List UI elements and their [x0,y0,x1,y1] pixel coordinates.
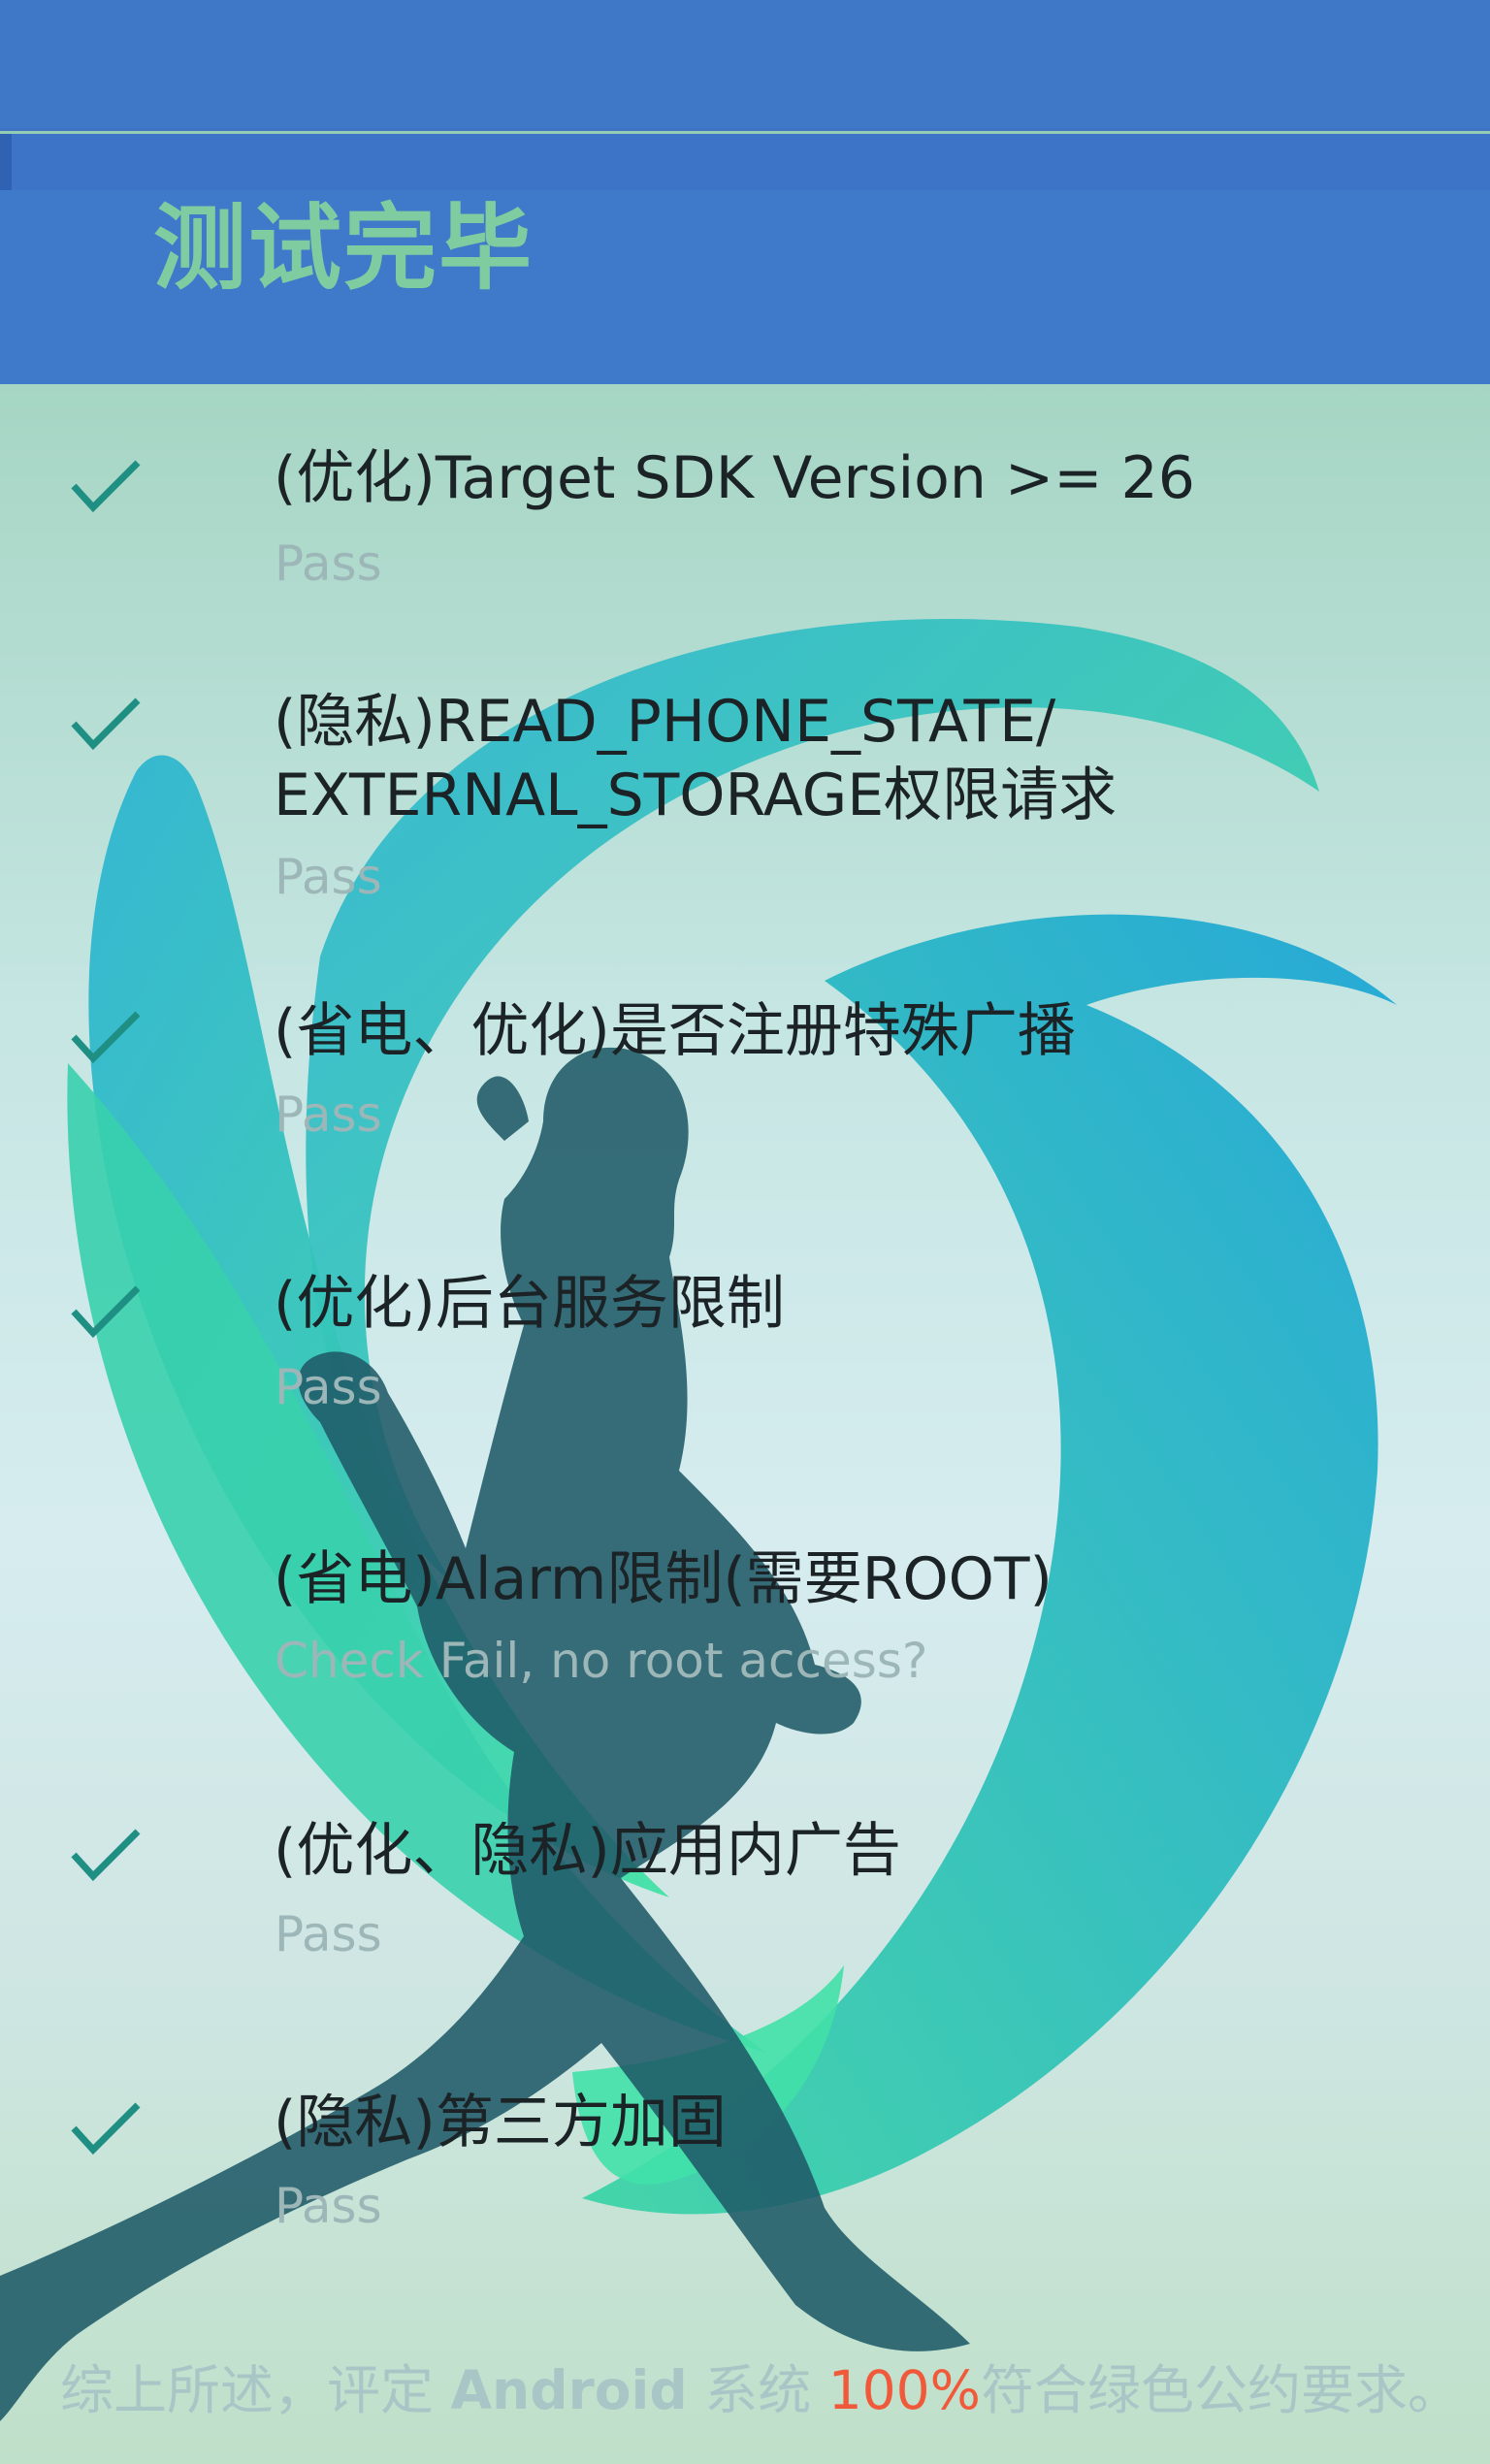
item-status: Pass [275,2178,382,2234]
footer-prefix: 综上所述，评定 [60,2359,451,2421]
footer-suffix: 符合绿色公约要求。 [980,2359,1461,2421]
item-status: Pass [275,535,382,592]
check-icon [70,1008,142,1066]
item-title: (优化)Target SDK Version >= 26 [274,444,1195,512]
item-status: Pass [275,1906,382,1962]
item-title: (优化、隐私)应用内广告 [274,1817,901,1885]
footer-middle: 系统 [687,2359,828,2421]
item-status: Pass [275,1359,382,1415]
app-bar-edge [0,134,12,190]
status-bar [0,0,1490,190]
footer-brand: Android [450,2359,688,2421]
item-title: (优化)后台服务限制 [274,1270,785,1338]
check-icon [70,1282,142,1341]
item-title: (隐私)READ_PHONE_STATE/ EXTERNAL_STORAGE权限… [274,688,1118,829]
item-status: Pass [275,1086,382,1143]
item-title: (省电、优化)是否注册特殊广播 [274,997,1076,1065]
item-title: (省电)Alarm限制(需要ROOT) [274,1545,1053,1613]
app-bar-upper [0,134,1490,190]
status-divider [0,128,1490,131]
page-title: 测试完毕 [153,194,534,303]
footer-percent: 100% [827,2359,981,2421]
item-status: Pass [275,849,382,905]
check-icon [70,1826,142,1884]
check-icon [70,695,142,753]
summary-footer: 综上所述，评定 Android 系统 100%符合绿色公约要求。 [60,2353,1461,2427]
item-status: Check Fail, no root access? [275,1633,928,1689]
check-icon [70,2099,142,2157]
check-icon [70,457,142,515]
item-title: (隐私)第三方加固 [274,2089,727,2156]
